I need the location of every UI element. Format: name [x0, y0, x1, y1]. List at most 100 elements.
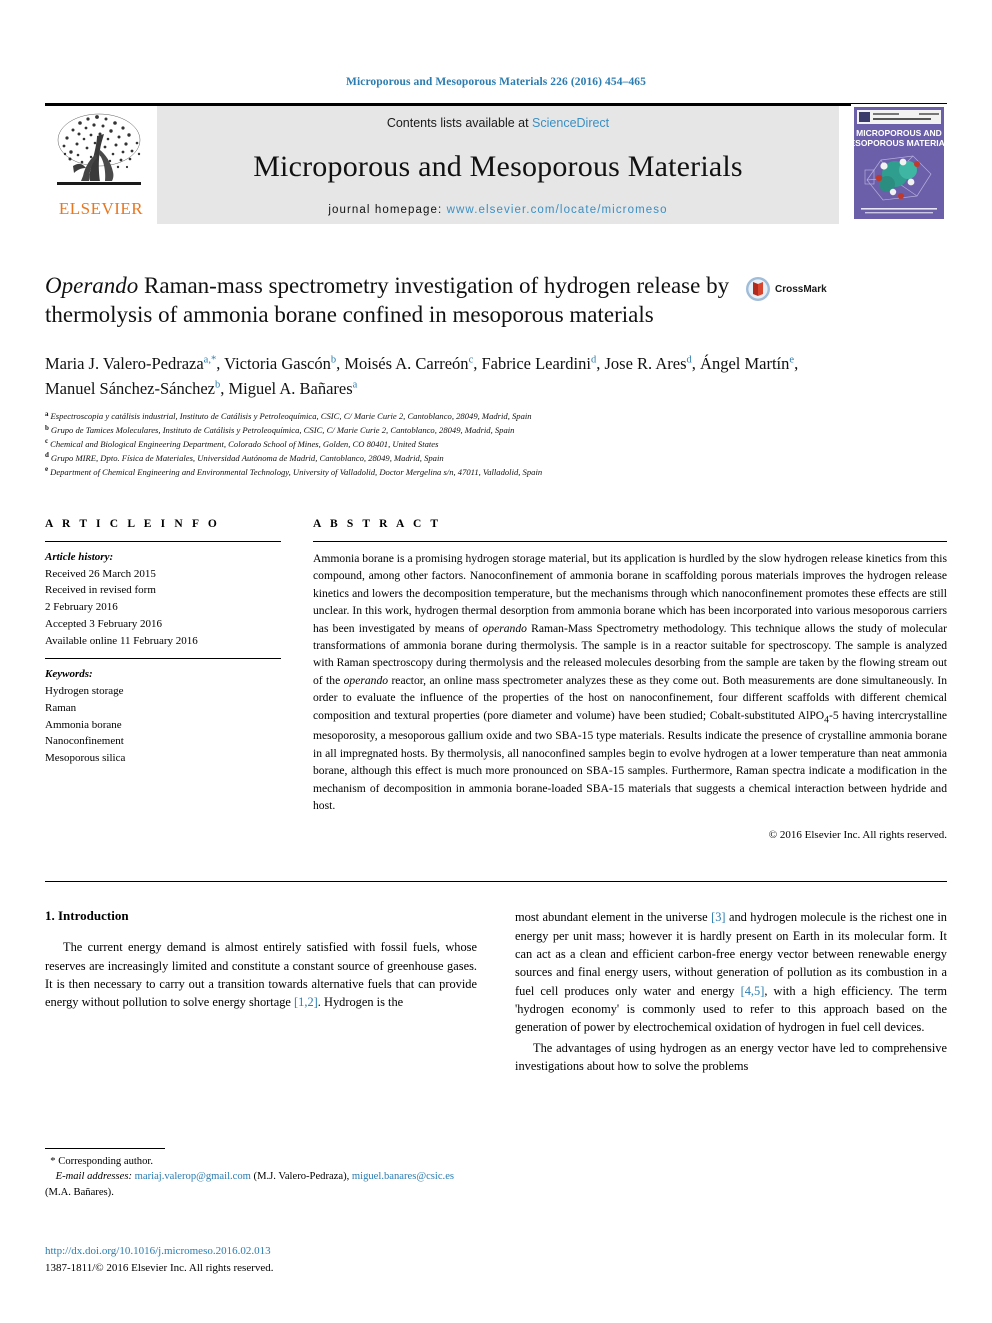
author-name: Victoria Gascón [224, 353, 331, 373]
running-head: Microporous and Mesoporous Materials 226… [345, 76, 647, 88]
crossmark-icon [746, 277, 770, 301]
affiliation-mark: c [45, 437, 49, 446]
article-info-heading: A R T I C L E I N F O [45, 518, 220, 531]
abstract-text: Ammonia borane is a promising hydrogen s… [313, 542, 947, 814]
author-line-1: Maria J. Valero-Pedrazaa,*, Victoria Gas… [45, 353, 605, 373]
author-name: Fabrice Leardini [481, 353, 591, 373]
homepage-url-link[interactable]: www.elsevier.com/locate/micromeso [447, 204, 668, 216]
email-owner-1: (M.J. Valero-Pedraza), [250, 1171, 352, 1183]
author-name: Manuel Sánchez-Sánchez [45, 378, 215, 398]
keywords-block: Keywords: Hydrogen storage Raman Ammonia… [45, 659, 281, 775]
contents-prefix: Contents lists available at [386, 116, 533, 130]
article-page: Microporous and Mesoporous Materials 226… [0, 0, 992, 1323]
crossmark-label: CrossMark [775, 283, 827, 295]
affiliation-mark: b [45, 423, 49, 432]
elsevier-tree-icon [57, 113, 141, 185]
journal-cover-thumbnail: MICROPOROUS AND MESOPOROUS MATERIALS [842, 103, 956, 227]
author-marks[interactable]: b [331, 354, 336, 366]
history-item: Received 26 March 2015 [45, 567, 156, 580]
intro-left-text-b: . Hydrogen is the [317, 995, 404, 1010]
author-marks[interactable]: e [789, 354, 794, 366]
affiliation-item: e Department of Chemical Engineering and … [45, 466, 947, 480]
intro-paragraph-right-1: most abundant element in the universe [3… [515, 908, 947, 1037]
article-history-block: Article history: Received 26 March 2015 … [45, 542, 281, 658]
keyword-item: Mesoporous silica [45, 751, 126, 764]
author-marks[interactable]: d [687, 354, 692, 366]
author-marks[interactable]: a,* [204, 354, 217, 366]
affiliation-item: a Espectroscopia y catálisis industrial, … [45, 410, 947, 424]
title-row: Operando Raman-mass spectrometry investi… [45, 272, 947, 330]
author-list: Maria J. Valero-Pedrazaa,*, Victoria Gas… [45, 352, 815, 402]
author-marks[interactable]: d [591, 354, 596, 366]
intro-right-text-a: most abundant element in the universe [515, 910, 712, 925]
keyword-item: Nanoconfinement [45, 735, 124, 748]
author-name: Maria J. Valero-Pedraza [45, 353, 204, 373]
crossmark-badge[interactable]: CrossMark [745, 276, 827, 302]
history-item: 2 February 2016 [45, 601, 118, 614]
intro-paragraph-left: The current energy demand is almost enti… [45, 938, 477, 1011]
cover-image: MICROPOROUS AND MESOPOROUS MATERIALS [842, 103, 956, 222]
svg-text:MESOPOROUS MATERIALS: MESOPOROUS MATERIALS [851, 138, 947, 148]
journal-title: Microporous and Mesoporous Materials [253, 150, 743, 183]
homepage-prefix: journal homepage: [328, 204, 447, 216]
email-addresses-label: E-mail addresses: [55, 1171, 132, 1183]
email-link-1[interactable]: mariaj.valerop@gmail.com [135, 1171, 251, 1182]
author-marks[interactable]: b [215, 379, 220, 390]
abstract-copyright: © 2016 Elsevier Inc. All rights reserved… [768, 829, 947, 842]
corresponding-author-mark: * [50, 1156, 56, 1167]
intro-left-text-a: The current energy demand is almost enti… [45, 940, 477, 1010]
masthead-center: Contents lists available at ScienceDirec… [157, 106, 839, 224]
corresponding-author-text: Corresponding author. [58, 1156, 153, 1167]
affiliation-text: Chemical and Biological Engineering Depa… [50, 439, 439, 450]
corresponding-author-line: * Corresponding author. [45, 1154, 460, 1169]
author-marks[interactable]: c [469, 354, 474, 366]
email-owner-2: (M.A. Bañares). [45, 1186, 114, 1198]
elsevier-wordmark: ELSEVIER [58, 199, 144, 218]
affiliation-item: c Chemical and Biological Engineering Dep… [45, 438, 947, 452]
author-name: Miguel A. Bañares [228, 378, 353, 398]
author-name: Ángel Martín [700, 353, 790, 373]
footnote-block: * Corresponding author. E-mail addresses… [45, 1148, 460, 1200]
history-item: Received in revised form [45, 584, 156, 597]
contents-available-line: Contents lists available at ScienceDirec… [387, 116, 609, 130]
article-history-label: Article history: [45, 551, 114, 564]
author-marks[interactable]: a [353, 379, 358, 390]
citation-ref[interactable]: [4,5] [741, 984, 765, 998]
article-info-column: A R T I C L E I N F O Article history: R… [45, 518, 281, 841]
citation-ref[interactable]: [1,2] [294, 995, 318, 1009]
footnote-divider [45, 1148, 165, 1149]
affiliation-item: d Grupo MIRE, Dpto. Física de Materiales,… [45, 452, 947, 466]
info-abstract-row: A R T I C L E I N F O Article history: R… [45, 518, 947, 841]
affiliation-item: b Grupo de Tamices Moleculares, Instituto… [45, 424, 947, 438]
keyword-item: Hydrogen storage [45, 685, 124, 698]
abstract-italic-2: operando [343, 673, 389, 687]
svg-text:MICROPOROUS AND: MICROPOROUS AND [856, 128, 942, 138]
history-item: Available online 11 February 2016 [45, 634, 198, 647]
author-name: Moisés A. Carreón [344, 353, 469, 373]
keywords-label: Keywords: [45, 668, 93, 681]
elsevier-logo: ELSEVIER [45, 106, 157, 224]
journal-masthead: ELSEVIER Contents lists available at Sci… [45, 103, 956, 227]
keyword-item: Ammonia borane [45, 718, 122, 731]
sciencedirect-link[interactable]: ScienceDirect [532, 116, 609, 130]
author-name: Jose R. Ares [604, 353, 687, 373]
abstract-italic-1: operando [482, 621, 527, 635]
article-title: Operando Raman-mass spectrometry investi… [45, 272, 745, 330]
email-addresses-line: E-mail addresses: mariaj.valerop@gmail.c… [45, 1169, 460, 1200]
abstract-column: A B S T R A C T Ammonia borane is a prom… [313, 518, 947, 841]
doi-link[interactable]: http://dx.doi.org/10.1016/j.micromeso.20… [45, 1243, 475, 1260]
affiliation-text: Grupo de Tamices Moleculares, Instituto … [50, 425, 515, 436]
abstract-part-4: -5 having intercrystalline mesoporosity,… [313, 708, 948, 812]
affiliation-text: Grupo MIRE, Dpto. Física de Materiales, … [50, 453, 444, 464]
title-italic-lead: Operando [45, 273, 139, 298]
affiliation-mark: e [45, 465, 49, 474]
citation-ref[interactable]: [3] [711, 910, 725, 924]
body-column-right: most abundant element in the universe [3… [515, 908, 947, 1077]
affiliation-list: a Espectroscopia y catálisis industrial, … [45, 410, 947, 480]
keyword-item: Raman [45, 701, 77, 714]
title-rest: Raman-mass spectrometry investigation of… [45, 273, 730, 327]
email-link-2[interactable]: miguel.banares@csic.es [352, 1171, 454, 1182]
affiliation-text: Department of Chemical Engineering and E… [50, 467, 543, 478]
body-divider [45, 881, 947, 883]
affiliation-mark: a [45, 409, 49, 418]
